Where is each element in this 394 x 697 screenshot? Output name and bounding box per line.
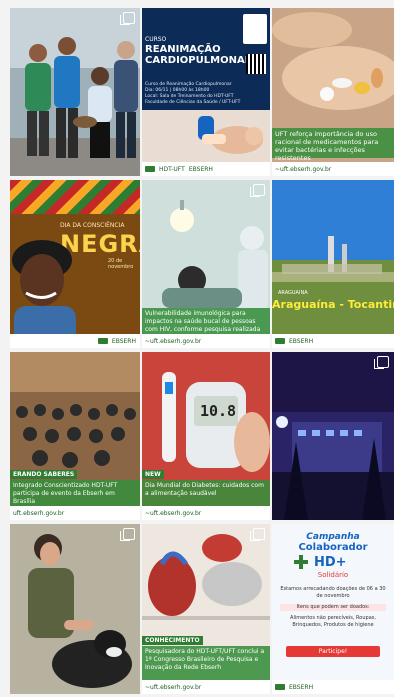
post-footer: EBSERH bbox=[10, 334, 140, 348]
post-tile-6[interactable]: ARAGUAINA Araguaína - Tocantins EBSERH bbox=[272, 180, 394, 348]
carousel-icon bbox=[250, 528, 265, 541]
post-tile-8[interactable]: 10.8 NEW Dia Mundial do Diabetes: cuidad… bbox=[142, 352, 270, 520]
post-footer: HDT-UFT EBSERH bbox=[142, 162, 270, 176]
campaign-cta[interactable]: Participe! bbox=[286, 646, 380, 657]
awareness-kicker: DIA DA CONSCIÊNCIA bbox=[60, 222, 125, 229]
post-caption: Pesquisadora do HDT-UFT/UFT conclui a 1ª… bbox=[142, 646, 270, 684]
post-tile-3[interactable]: UFT reforça importância do uso racional … bbox=[272, 8, 394, 176]
carousel-icon bbox=[250, 184, 265, 197]
post-tile-9[interactable] bbox=[272, 352, 394, 520]
carousel-icon bbox=[120, 12, 135, 25]
ebserh-logo-icon bbox=[145, 166, 155, 172]
post-tile-7[interactable]: ERANDO SABERES Integrado Conscientizado … bbox=[10, 352, 140, 520]
awareness-date: 20 de novembro bbox=[108, 258, 134, 270]
post-tile-1[interactable] bbox=[10, 8, 140, 176]
city-title: Araguaína - Tocantins bbox=[272, 298, 394, 311]
portrait-icon bbox=[12, 240, 76, 348]
campaign-brand: HD+ bbox=[314, 555, 347, 570]
glucose-reading: 10.8 bbox=[199, 402, 237, 420]
city-aerial-photo-icon bbox=[272, 180, 394, 348]
post-footer: ~uft.ebserh.gov.br bbox=[142, 506, 270, 520]
post-badge: CONHECIMENTO bbox=[142, 636, 203, 645]
post-footer: EBSERH bbox=[272, 334, 394, 348]
post-tile-5[interactable]: Vulnerabilidade imunológica para impacto… bbox=[142, 180, 270, 348]
post-caption: UFT reforça importância do uso racional … bbox=[272, 128, 394, 162]
post-tile-10[interactable] bbox=[10, 524, 140, 694]
course-info: Curso de Reanimação Cardiopulmonar Dia: … bbox=[145, 82, 241, 105]
pattern-banner-icon bbox=[10, 180, 140, 214]
post-footer: uft.ebserh.gov.br bbox=[10, 506, 140, 520]
course-label: CURSO bbox=[145, 36, 167, 43]
campaign-details: Estamos arrecadando doações de 06 a 30 d… bbox=[280, 586, 386, 628]
plus-icon bbox=[294, 555, 308, 569]
carousel-icon bbox=[374, 356, 389, 369]
post-footer: ~uft.ebserh.gov.br bbox=[272, 162, 394, 176]
city-subtitle: ARAGUAINA bbox=[278, 290, 308, 296]
post-footer: ~uft.ebserh.gov.br bbox=[142, 680, 270, 694]
night-building-photo-icon bbox=[272, 352, 394, 520]
therapy-dog-photo-icon bbox=[10, 524, 140, 694]
campaign-sub: Solidário bbox=[317, 571, 349, 579]
post-tile-4[interactable]: DIA DA CONSCIÊNCIA NEGRA 20 de novembro … bbox=[10, 180, 140, 348]
cpr-mannequin-icon bbox=[142, 110, 270, 162]
carousel-icon bbox=[120, 528, 135, 541]
hospital-logo-icon bbox=[243, 14, 267, 44]
course-title: REANIMAÇÃO CARDIOPULMONAR bbox=[145, 44, 253, 66]
post-tile-11[interactable]: CONHECIMENTO Pesquisadora do HDT-UFT/UFT… bbox=[142, 524, 270, 694]
qr-code-icon bbox=[246, 54, 266, 74]
campaign-top: Campanha bbox=[306, 532, 360, 542]
group-photo-icon bbox=[10, 8, 140, 176]
post-grid: CURSO REANIMAÇÃO CARDIOPULMONAR Curso de… bbox=[10, 8, 394, 697]
post-badge: ERANDO SABERES bbox=[10, 470, 78, 479]
post-tile-2[interactable]: CURSO REANIMAÇÃO CARDIOPULMONAR Curso de… bbox=[142, 8, 270, 176]
post-footer: EBSERH bbox=[272, 680, 394, 694]
post-footer: ~uft.ebserh.gov.br bbox=[142, 334, 270, 348]
post-badge: NEW bbox=[142, 470, 164, 479]
campaign-title: Colaborador bbox=[298, 542, 368, 553]
post-tile-12[interactable]: Campanha Colaborador HD+ Solidário Estam… bbox=[272, 524, 394, 694]
